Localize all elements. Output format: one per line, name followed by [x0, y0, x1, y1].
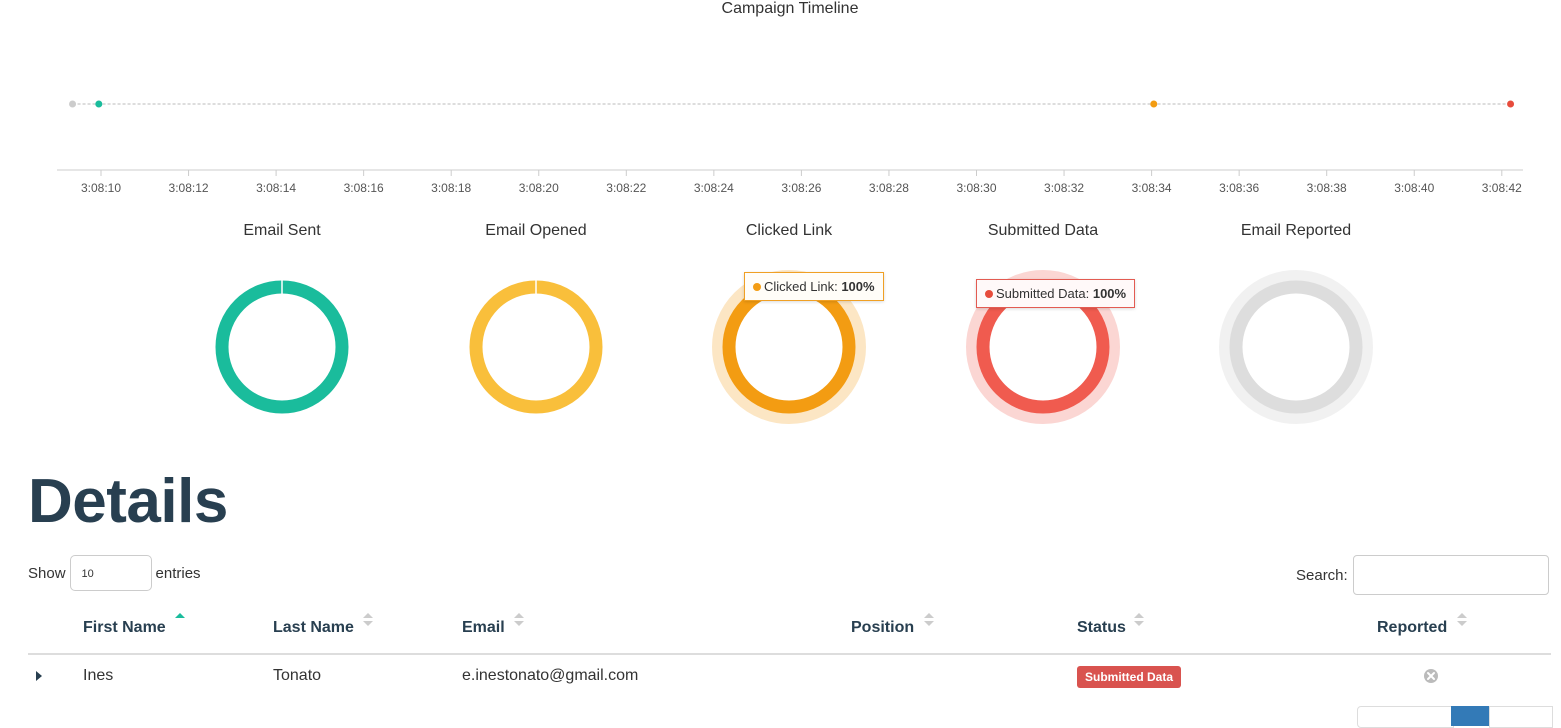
- campaign-timeline-chart: 3:08:10 3:08:12 3:08:14 3:08:16 3:08:18 3:08:…: [57, 100, 1523, 195]
- sort-asc-icon: [175, 613, 185, 618]
- pagination-previous[interactable]: [1357, 706, 1454, 728]
- column-header-position[interactable]: Position: [851, 613, 934, 637]
- cell-email: e.inestonato@gmail.com: [462, 667, 639, 684]
- sort-icon: [514, 613, 524, 626]
- tooltip-clicked-link: Clicked Link: 100%: [744, 272, 884, 301]
- timeline-tick-label: 3:08:10: [81, 181, 121, 195]
- timeline-tick-label: 3:08:24: [694, 181, 734, 195]
- status-badge: Submitted Data: [1077, 666, 1182, 688]
- timeline-tick-label: 3:08:28: [869, 181, 909, 195]
- column-label: Email: [462, 619, 505, 636]
- column-label: Reported: [1377, 619, 1448, 636]
- pie-email-sent: Email Sent: [182, 222, 382, 432]
- table-row[interactable]: Ines Tonato e.inestonato@gmail.com Submi…: [28, 655, 1551, 699]
- show-entries-control: Show 10 entries: [28, 555, 201, 591]
- timeline-event-dot: [1507, 100, 1515, 108]
- pie-submitted-data: Submitted Data: [943, 222, 1143, 432]
- timeline-tick-label: 3:08:26: [781, 181, 821, 195]
- timeline-tick-label: 3:08:32: [1044, 181, 1084, 195]
- tooltip-value: 100%: [841, 279, 875, 294]
- pagination-next[interactable]: [1489, 706, 1553, 728]
- timeline-tick-label: 3:08:30: [956, 181, 996, 195]
- pie-email-opened: Email Opened: [436, 222, 636, 432]
- tooltip-label: Submitted Data:: [996, 286, 1090, 301]
- pie-title-email-opened: Email Opened: [485, 222, 587, 239]
- donut-ring: [469, 280, 603, 414]
- entries-select[interactable]: 10: [69, 555, 152, 591]
- pie-title-email-reported: Email Reported: [1240, 222, 1352, 239]
- timeline-event-dot: [95, 100, 103, 108]
- timeline-tick-label: 3:08:20: [519, 181, 559, 195]
- sort-icon: [1457, 613, 1467, 626]
- expand-row-icon[interactable]: [36, 671, 42, 681]
- not-reported-icon: [1424, 669, 1438, 683]
- entries-label: entries: [155, 564, 201, 582]
- column-header-reported[interactable]: Reported: [1377, 613, 1467, 637]
- search-input[interactable]: [1352, 555, 1549, 595]
- pie-title-email-sent: Email Sent: [243, 222, 321, 239]
- timeline-tick-label: 3:08:40: [1394, 181, 1434, 195]
- column-label: First Name: [83, 619, 166, 636]
- donut-ring: [722, 280, 856, 414]
- show-label: Show: [28, 564, 66, 582]
- column-header-last-name[interactable]: Last Name: [273, 613, 373, 637]
- timeline-tick-label: 3:08:16: [344, 181, 384, 195]
- cell-first-name: Ines: [83, 667, 114, 684]
- search-control: Search:: [1296, 555, 1549, 595]
- timeline-tick-label: 3:08:18: [431, 181, 471, 195]
- timeline-tick-label: 3:08:38: [1307, 181, 1347, 195]
- table-header: First Name Last Name Email Position Stat…: [28, 608, 1551, 655]
- donut-ring: [215, 280, 349, 414]
- sort-icon: [1134, 613, 1144, 626]
- donut-hover-halo: [1219, 270, 1373, 424]
- pagination-page-active[interactable]: [1451, 706, 1489, 726]
- timeline-event-dot: [1150, 100, 1158, 108]
- tooltip-dot: [985, 290, 993, 298]
- tooltip-submitted-data: Submitted Data: 100%: [976, 279, 1136, 308]
- donut-email-opened: [469, 280, 603, 414]
- pie-clicked-link: Clicked Link: [689, 222, 889, 432]
- timeline-tick-label: 3:08:34: [1132, 181, 1172, 195]
- column-label: Position: [851, 619, 915, 636]
- cell-last-name: Tonato: [273, 667, 322, 684]
- sort-icon: [363, 613, 373, 626]
- column-header-email[interactable]: Email: [462, 613, 524, 637]
- donut-email-reported: [1219, 270, 1373, 424]
- tooltip-label: Clicked Link:: [764, 279, 838, 294]
- pie-title-clicked-link: Clicked Link: [745, 222, 833, 239]
- pie-email-reported: Email Reported: [1196, 222, 1396, 432]
- donut-email-sent: [215, 280, 349, 414]
- timeline-tick-label: 3:08:22: [606, 181, 646, 195]
- column-label: Last Name: [273, 619, 354, 636]
- column-header-first-name[interactable]: First Name: [83, 613, 185, 637]
- timeline-tick-label: 3:08:36: [1219, 181, 1259, 195]
- details-heading: Details: [28, 467, 228, 536]
- donut-ring: [1229, 280, 1363, 414]
- column-label: Status: [1077, 619, 1126, 636]
- timeline-tick-label: 3:08:12: [169, 181, 209, 195]
- timeline-event-dot: [69, 100, 77, 108]
- tooltip-value: 100%: [1092, 286, 1127, 301]
- pie-title-submitted-data: Submitted Data: [987, 222, 1099, 239]
- sort-icon: [924, 613, 934, 626]
- tooltip-dot: [753, 283, 761, 291]
- column-header-status[interactable]: Status: [1077, 613, 1144, 637]
- timeline-tick-label: 3:08:42: [1482, 181, 1522, 195]
- timeline-tick-label: 3:08:14: [256, 181, 296, 195]
- search-label: Search:: [1296, 566, 1348, 584]
